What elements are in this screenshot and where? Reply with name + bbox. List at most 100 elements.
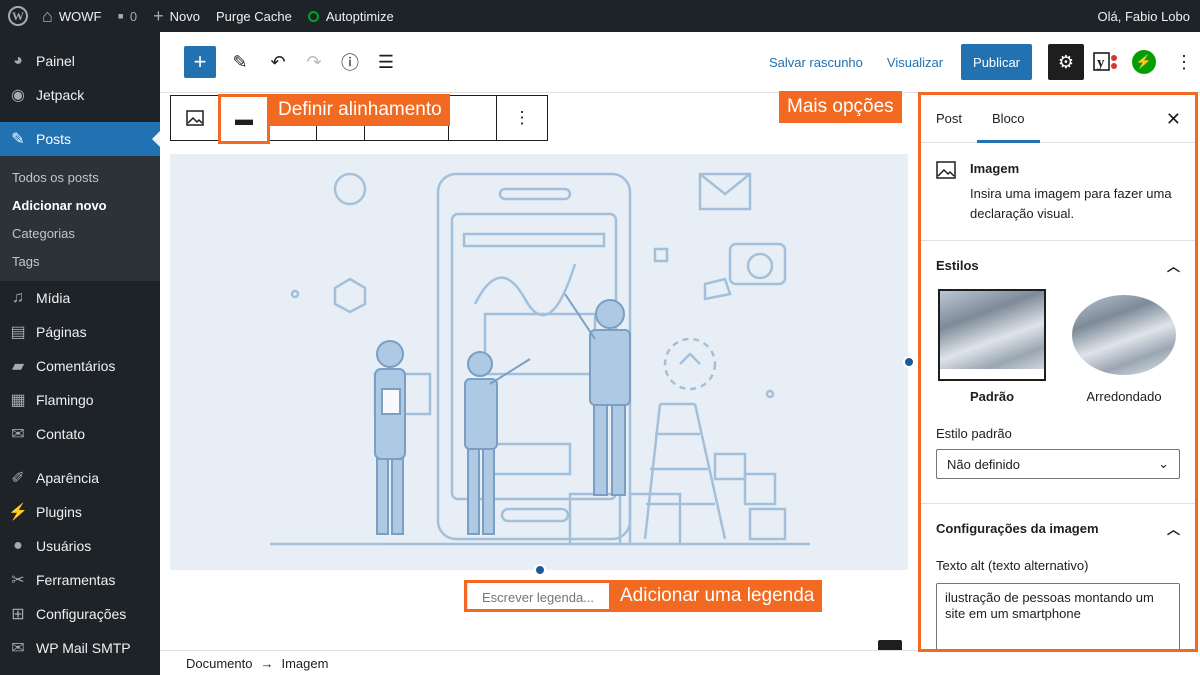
sidebar-item-painel[interactable]: ◕ Painel [0, 44, 160, 78]
dashboard-icon: ◕ [13, 52, 23, 69]
publish-button[interactable]: Publicar [961, 44, 1032, 80]
style-option-rounded[interactable]: Arredondado [1068, 289, 1180, 404]
wordpress-logo-icon[interactable]: W [2, 0, 34, 32]
comments-link[interactable]: ▪ 0 [109, 0, 145, 32]
resize-handle-bottom[interactable] [534, 564, 546, 576]
greeting-label: Olá, Fabio Lobo [1097, 8, 1190, 24]
alt-text-field[interactable]: ilustração de pessoas montando um site e… [936, 583, 1180, 649]
sidebar-item-comentarios[interactable]: ▰ Comentários [0, 349, 160, 383]
sidebar-item-label: WP Mail SMTP [36, 640, 131, 656]
chevron-up-icon: ︿ [1166, 521, 1180, 537]
sidebar-item-midia[interactable]: ♫ Mídia [0, 281, 160, 315]
flamingo-icon: ▦ [10, 392, 26, 409]
svg-text:y: y [1097, 55, 1105, 71]
info-icon[interactable]: ⓘ [334, 46, 366, 78]
purge-cache-link[interactable]: Purge Cache [208, 0, 300, 32]
preview-button[interactable]: Visualizar [875, 55, 955, 70]
comment-icon: ▪ [117, 6, 124, 26]
chevron-down-icon: ⌄ [1158, 456, 1169, 471]
align-center-icon: ▬ [235, 108, 253, 129]
sidebar-item-configuracoes[interactable]: ⊞ Configurações [0, 597, 160, 631]
site-name-link[interactable]: ⌂ WOWF [34, 0, 109, 32]
style-label-rounded: Arredondado [1086, 389, 1162, 404]
submenu-all-posts[interactable]: Todos os posts [0, 163, 160, 191]
sidebar-item-label: Mídia [36, 290, 71, 306]
sidebar-item-usuarios[interactable]: ● Usuários [0, 529, 160, 563]
callout-more-options: Mais opções [779, 91, 902, 123]
plugin-icon: ⚡ [8, 504, 28, 521]
tab-block[interactable]: Bloco [977, 95, 1040, 143]
undo-icon[interactable]: ↶ [262, 46, 294, 78]
close-icon[interactable]: ✕ [1166, 109, 1181, 130]
block-appender-button[interactable] [878, 640, 902, 650]
image-block[interactable] [170, 154, 908, 570]
resize-handle-right[interactable] [903, 356, 915, 368]
breadcrumb-document[interactable]: Documento [186, 656, 252, 671]
caption-highlight [464, 580, 612, 612]
sidebar-item-jetpack[interactable]: ◉ Jetpack [0, 78, 160, 112]
sidebar-item-posts[interactable]: ✎ Posts [0, 122, 160, 156]
purge-cache-label: Purge Cache [215, 8, 292, 24]
style-preview-rounded [1070, 289, 1178, 381]
styles-panel-toggle[interactable]: Estilos ︿ [921, 241, 1195, 289]
new-label: Novo [169, 8, 200, 24]
settings-gear-icon[interactable]: ⚙ [1048, 44, 1084, 80]
pin-icon: ✎ [11, 131, 25, 148]
sidebar-item-contato[interactable]: ✉ Contato [0, 417, 160, 451]
block-settings-sidebar: Post Bloco ✕ Imagem Insira uma imagem pa… [918, 92, 1198, 652]
sidebar-item-plugins[interactable]: ⚡ Plugins [0, 495, 160, 529]
settings-tabs: Post Bloco ✕ [921, 95, 1195, 143]
plus-icon: + [153, 6, 164, 26]
image-block-type-icon[interactable] [171, 96, 219, 140]
save-draft-button[interactable]: Salvar rascunho [757, 55, 875, 70]
submenu-categories[interactable]: Categorias [0, 219, 160, 247]
tab-post[interactable]: Post [921, 95, 977, 143]
admin-bar: W ⌂ WOWF ▪ 0 + Novo Purge Cache Autoptim… [0, 0, 1200, 32]
toolbar-more-icon[interactable]: ⋮ [497, 96, 547, 140]
sidebar-item-wp-mail-smtp[interactable]: ✉ WP Mail SMTP [0, 631, 160, 665]
image-settings-heading: Configurações da imagem [936, 520, 1099, 536]
sidebar-item-paginas[interactable]: ▤ Páginas [0, 315, 160, 349]
sidebar-item-ferramentas[interactable]: ✂ Ferramentas [0, 563, 160, 597]
toolbar-segment[interactable] [449, 96, 497, 140]
admin-sidebar: ◕ Painel ◉ Jetpack ✎ Posts Todos os post… [0, 32, 160, 675]
redo-icon[interactable]: ↷ [298, 46, 330, 78]
more-options-icon[interactable]: ⋮ [1168, 46, 1200, 78]
posts-submenu: Todos os posts Adicionar novo Categorias… [0, 156, 160, 281]
breadcrumb-image[interactable]: Imagem [281, 656, 328, 671]
sidebar-item-flamingo[interactable]: ▦ Flamingo [0, 383, 160, 417]
image-settings-panel-toggle[interactable]: Configurações da imagem ︿ [921, 504, 1195, 552]
sidebar-item-label: Configurações [36, 606, 127, 622]
jetpack-bolt-icon[interactable]: ⚡ [1132, 50, 1156, 74]
style-option-default[interactable]: Padrão [936, 289, 1048, 404]
sidebar-item-aparencia[interactable]: ✐ Aparência [0, 461, 160, 495]
sidebar-item-label: Páginas [36, 324, 87, 340]
comments-icon: ▰ [11, 358, 25, 375]
yoast-icon[interactable]: y [1088, 44, 1124, 80]
settings-icon: ⊞ [11, 606, 25, 623]
editor-canvas: ▬ ⋮ [160, 93, 920, 650]
styles-heading: Estilos [936, 257, 979, 273]
default-style-select[interactable]: Não definido ⌄ [936, 449, 1180, 479]
styles-grid: Padrão Arredondado [921, 289, 1195, 404]
brush-icon: ✐ [11, 470, 25, 487]
list-view-icon[interactable]: ☰ [370, 46, 402, 78]
breadcrumb: Documento → Imagem [160, 650, 920, 675]
autoptimize-link[interactable]: Autoptimize [300, 0, 402, 32]
user-greeting[interactable]: Olá, Fabio Lobo [1089, 0, 1200, 32]
mail-icon: ✉ [11, 426, 25, 443]
new-content-link[interactable]: + Novo [145, 0, 208, 32]
sidebar-item-label: Ferramentas [36, 572, 116, 588]
block-card: Imagem Insira uma imagem para fazer uma … [921, 143, 1195, 241]
home-icon: ⌂ [42, 6, 53, 26]
submenu-tags[interactable]: Tags [0, 247, 160, 275]
style-label-default: Padrão [969, 389, 1015, 404]
style-preview-default [938, 289, 1046, 381]
submenu-add-new[interactable]: Adicionar novo [0, 191, 160, 219]
add-block-button[interactable]: + [184, 46, 216, 78]
site-name: WOWF [58, 8, 102, 24]
alt-text-label: Texto alt (texto alternativo) [936, 558, 1089, 573]
jetpack-icon: ◉ [11, 87, 25, 104]
align-button-highlight[interactable]: ▬ [218, 94, 270, 144]
pencil-icon[interactable]: ✎ [224, 46, 256, 78]
